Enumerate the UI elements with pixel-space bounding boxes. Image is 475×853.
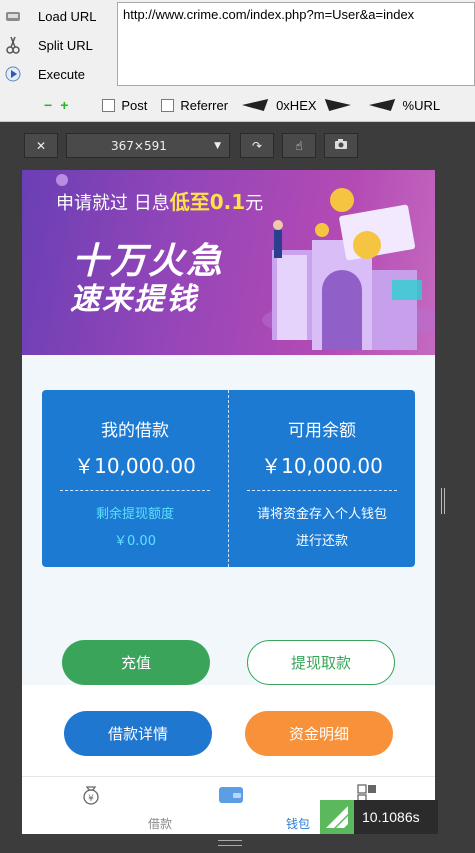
- load-time-value: 10.1086s: [362, 809, 420, 825]
- load-url-icon: [4, 7, 22, 25]
- execute-label: Execute: [38, 66, 85, 82]
- tab-wallet[interactable]: 钱包: [160, 777, 310, 834]
- referrer-label: Referrer: [180, 97, 229, 113]
- close-device-button[interactable]: ✕: [24, 133, 58, 158]
- hex-encode-arrow-icon[interactable]: [324, 99, 353, 111]
- hackbar-actions: Load URL Split URL Execute: [0, 0, 118, 88]
- remaining-withdraw-label: 剩余提现额度: [95, 507, 174, 522]
- available-balance-title: 可用余额: [288, 421, 356, 441]
- money-bag-icon: ¥: [80, 783, 102, 805]
- withdraw-button[interactable]: 提现取款: [247, 640, 395, 685]
- post-label: Post: [121, 97, 148, 113]
- rotate-icon: ↷: [251, 138, 263, 153]
- promo-banner[interactable]: 申请就过 日息低至0.1元 十万火急 速来提钱: [22, 170, 435, 355]
- banner-slogan-2: 速来提钱: [70, 282, 198, 317]
- remaining-withdraw-value: ￥0.00: [114, 534, 156, 549]
- account-summary-card: 我的借款 ￥10,000.00 剩余提现额度 ￥0.00 可用余额 ￥10,00…: [42, 390, 415, 567]
- post-checkbox[interactable]: [102, 98, 116, 112]
- my-loan-section: 我的借款 ￥10,000.00 剩余提现额度 ￥0.00: [42, 390, 228, 567]
- hex-decode-arrow-icon[interactable]: [239, 99, 269, 111]
- load-url-button[interactable]: Load URL: [4, 3, 97, 29]
- scissors-icon: [4, 36, 22, 54]
- wallet-icon: [218, 783, 243, 805]
- split-url-button[interactable]: Split URL: [4, 32, 93, 58]
- play-icon: [4, 65, 22, 83]
- loan-detail-button[interactable]: 借款详情: [64, 711, 212, 756]
- banner-tagline: 申请就过 日息低至0.1元: [56, 186, 263, 215]
- minus-icon[interactable]: −: [44, 97, 52, 113]
- hackbar: Load URL Split URL Execute http://www.cr…: [0, 0, 475, 122]
- hex-label: 0xHEX: [276, 97, 317, 113]
- screenshot-button[interactable]: [324, 133, 358, 158]
- device-toolbar: ✕ 367×591 ▼ ↷ ☝: [0, 122, 475, 168]
- my-loan-title: 我的借款: [101, 421, 169, 441]
- available-balance-section: 可用余额 ￥10,000.00 请将资金存入个人钱包 进行还款: [229, 390, 415, 567]
- split-url-label: Split URL: [38, 37, 93, 53]
- divider: [60, 490, 210, 491]
- close-icon: ✕: [35, 138, 47, 153]
- hand-pointer-icon: ☝: [295, 138, 303, 153]
- chevron-down-icon: ▼: [214, 140, 221, 151]
- resize-handle[interactable]: [441, 488, 445, 514]
- load-url-label: Load URL: [38, 8, 97, 24]
- url-textarea[interactable]: http://www.crime.com/index.php?m=User&a=…: [117, 2, 475, 86]
- bottom-resize-handle[interactable]: [218, 840, 242, 846]
- plus-icon[interactable]: +: [60, 97, 68, 113]
- recharge-button[interactable]: 充值: [62, 640, 210, 685]
- timer-logo-icon: [320, 800, 354, 834]
- repay-hint-line2: 进行还款: [295, 534, 348, 549]
- fund-detail-button[interactable]: 资金明细: [245, 711, 393, 756]
- rotate-button[interactable]: ↷: [240, 133, 274, 158]
- mobile-viewport: 申请就过 日息低至0.1元 十万火急 速来提钱 我的借款 ￥10,000.00 …: [22, 170, 435, 834]
- banner-tagline-prefix: 申请就过 日息: [56, 193, 170, 214]
- camera-icon: [334, 138, 348, 153]
- banner-tagline-highlight: 低至0.1: [169, 190, 246, 214]
- execute-button[interactable]: Execute: [4, 61, 85, 87]
- referrer-checkbox[interactable]: [161, 98, 175, 112]
- device-size-select[interactable]: 367×591 ▼: [66, 133, 230, 158]
- url-decode-arrow-icon[interactable]: [366, 99, 395, 111]
- load-timer-badge: 10.1086s: [320, 800, 438, 834]
- hackbar-options: − + Post Referrer 0xHEX %URL: [0, 90, 475, 120]
- url-encode-label: %URL: [402, 97, 441, 113]
- repay-hint-line1: 请将资金存入个人钱包: [256, 507, 387, 522]
- svg-text:¥: ¥: [88, 794, 94, 804]
- device-dimensions: 367×591: [111, 138, 167, 153]
- tab-loan[interactable]: ¥ 借款: [22, 777, 172, 834]
- banner-tagline-suffix: 元: [245, 193, 264, 214]
- divider: [247, 490, 397, 491]
- my-loan-amount: ￥10,000.00: [74, 454, 196, 478]
- touch-button[interactable]: ☝: [282, 133, 316, 158]
- available-balance-amount: ￥10,000.00: [261, 454, 383, 478]
